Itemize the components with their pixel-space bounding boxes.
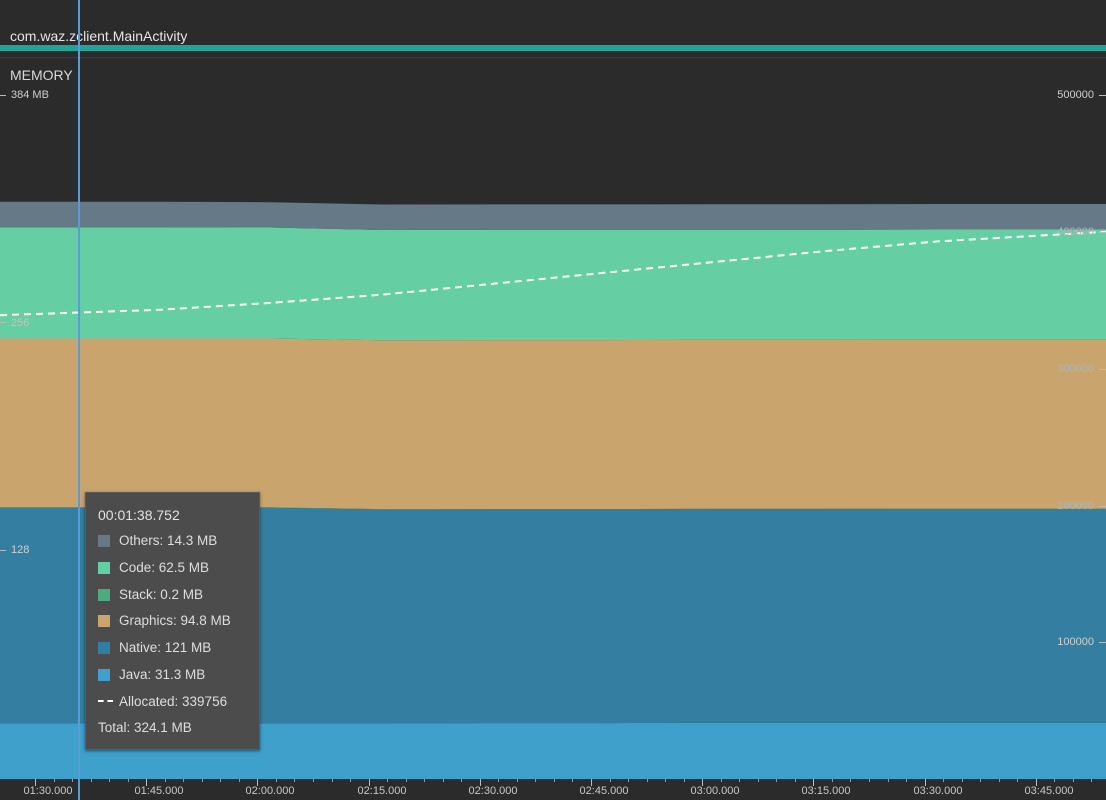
time-axis-minor-tick bbox=[999, 779, 1000, 782]
time-axis-label: 02:45.000 bbox=[579, 785, 629, 797]
series-others-area bbox=[0, 201, 1106, 230]
time-axis-minor-tick bbox=[535, 779, 536, 782]
right-axis-label: 500000 bbox=[1057, 89, 1094, 101]
left-axis-tick bbox=[0, 95, 6, 96]
time-axis-minor-tick bbox=[1017, 779, 1018, 782]
series-code-area bbox=[0, 227, 1106, 341]
time-axis-minor-tick bbox=[962, 779, 963, 782]
right-axis-label: 200000 bbox=[1057, 500, 1094, 512]
time-axis-label: 03:45.000 bbox=[1024, 785, 1074, 797]
time-axis-minor-tick bbox=[647, 779, 648, 782]
left-axis-label-max: 384 MB bbox=[11, 89, 49, 101]
time-axis-minor-tick bbox=[128, 779, 129, 782]
time-axis-minor-tick bbox=[498, 779, 499, 782]
left-axis-label-mid: 256 bbox=[11, 317, 30, 329]
series-color-swatch-icon bbox=[98, 615, 110, 628]
activity-header: com.waz.zclient.MainActivity bbox=[0, 0, 1106, 45]
tooltip-row-label: Others: 14.3 MB bbox=[119, 533, 218, 548]
time-axis-label: 02:15.000 bbox=[357, 785, 407, 797]
tooltip-total: Total: 324.1 MB bbox=[98, 720, 192, 735]
time-axis-minor-tick bbox=[294, 779, 295, 782]
time-axis-minor-tick bbox=[406, 779, 407, 782]
time-axis-label: 01:45.000 bbox=[134, 785, 184, 797]
tooltip-row-label: Code: 62.5 MB bbox=[119, 559, 210, 575]
right-axis-label: 400000 bbox=[1057, 226, 1094, 238]
time-axis-minor-tick bbox=[943, 779, 944, 782]
activity-name: com.waz.zclient.MainActivity bbox=[10, 28, 188, 44]
time-axis-label: 03:30.000 bbox=[913, 785, 963, 797]
time-axis-label: 02:30.000 bbox=[468, 785, 518, 797]
tooltip-row-label: Allocated: 339756 bbox=[119, 693, 228, 709]
time-axis-minor-tick bbox=[758, 779, 759, 782]
time-axis-label: 03:00.000 bbox=[690, 785, 740, 797]
time-axis-minor-tick bbox=[721, 779, 722, 782]
time-axis-minor-tick bbox=[332, 779, 333, 782]
time-axis-minor-tick bbox=[276, 779, 277, 782]
time-axis-minor-tick bbox=[220, 779, 221, 782]
right-axis-tick bbox=[1099, 95, 1106, 96]
time-axis-minor-tick bbox=[888, 779, 889, 782]
time-axis-minor-tick bbox=[795, 779, 796, 782]
time-axis-minor-tick bbox=[684, 779, 685, 782]
time-axis-minor-tick bbox=[1054, 779, 1055, 782]
right-axis-tick bbox=[1099, 369, 1106, 370]
tooltip-row-label: Stack: 0.2 MB bbox=[119, 586, 204, 602]
time-axis-minor-tick bbox=[313, 779, 314, 782]
time-axis-minor-tick bbox=[554, 779, 555, 782]
series-color-swatch-icon bbox=[98, 642, 110, 655]
memory-panel-title: MEMORY bbox=[10, 67, 73, 83]
time-axis-minor-tick bbox=[906, 779, 907, 782]
time-axis-minor-tick bbox=[610, 779, 611, 782]
time-axis-minor-tick bbox=[739, 779, 740, 782]
tooltip-row-label: Graphics: 94.8 MB bbox=[119, 613, 231, 629]
right-axis-label: 100000 bbox=[1057, 636, 1094, 648]
time-axis-minor-tick bbox=[109, 779, 110, 782]
timeline-cursor[interactable] bbox=[78, 0, 80, 800]
time-axis-label: 01:30.000 bbox=[23, 785, 73, 797]
left-axis-tick bbox=[0, 550, 6, 551]
tooltip-row-label: Java: 31.3 MB bbox=[119, 667, 206, 682]
left-axis-label-low: 128 bbox=[11, 544, 30, 556]
time-axis-minor-tick bbox=[54, 779, 55, 782]
time-axis-minor-tick bbox=[832, 779, 833, 782]
time-axis-label: 02:00.000 bbox=[245, 785, 295, 797]
time-axis-minor-tick bbox=[850, 779, 851, 782]
series-color-swatch-icon bbox=[98, 535, 110, 547]
time-axis-minor-tick bbox=[202, 779, 203, 782]
time-axis-minor-tick bbox=[517, 779, 518, 782]
time-axis-minor-tick bbox=[461, 779, 462, 782]
time-axis-minor-tick bbox=[183, 779, 184, 782]
time-axis-minor-tick bbox=[165, 779, 166, 782]
right-axis-label: 300000 bbox=[1057, 363, 1094, 375]
time-axis-minor-tick bbox=[1073, 779, 1074, 782]
tooltip-timestamp: 00:01:38.752 bbox=[98, 507, 180, 523]
time-axis-minor-tick bbox=[91, 779, 92, 782]
time-axis-minor-tick bbox=[443, 779, 444, 782]
time-axis-minor-tick bbox=[869, 779, 870, 782]
time-axis-minor-tick bbox=[776, 779, 777, 782]
activity-state-bar[interactable] bbox=[0, 45, 1106, 51]
left-axis-tick bbox=[0, 322, 6, 323]
time-axis-minor-tick bbox=[980, 779, 981, 782]
series-color-swatch-icon bbox=[98, 588, 110, 601]
tooltip-row-label: Native: 121 MB bbox=[119, 640, 212, 656]
time-axis-minor-tick bbox=[572, 779, 573, 782]
right-axis-tick bbox=[1099, 506, 1106, 507]
right-axis-tick bbox=[1099, 232, 1106, 233]
time-axis-minor-tick bbox=[628, 779, 629, 782]
time-axis-minor-tick bbox=[1091, 779, 1092, 782]
time-axis-minor-tick bbox=[239, 779, 240, 782]
allocated-dash-icon bbox=[98, 699, 113, 702]
time-axis-minor-tick bbox=[387, 779, 388, 782]
memory-tooltip: 00:01:38.752 Others: 14.3 MB Code: 62.5 M… bbox=[85, 492, 260, 750]
series-graphics-area bbox=[0, 338, 1106, 510]
series-color-swatch-icon bbox=[98, 669, 110, 681]
time-axis-minor-tick bbox=[424, 779, 425, 782]
series-color-swatch-icon bbox=[98, 561, 110, 574]
time-axis-minor-tick bbox=[350, 779, 351, 782]
time-axis-label: 03:15.000 bbox=[801, 785, 851, 797]
time-axis-minor-tick bbox=[665, 779, 666, 782]
right-axis-tick bbox=[1099, 642, 1106, 643]
time-axis-minor-tick bbox=[72, 779, 73, 782]
